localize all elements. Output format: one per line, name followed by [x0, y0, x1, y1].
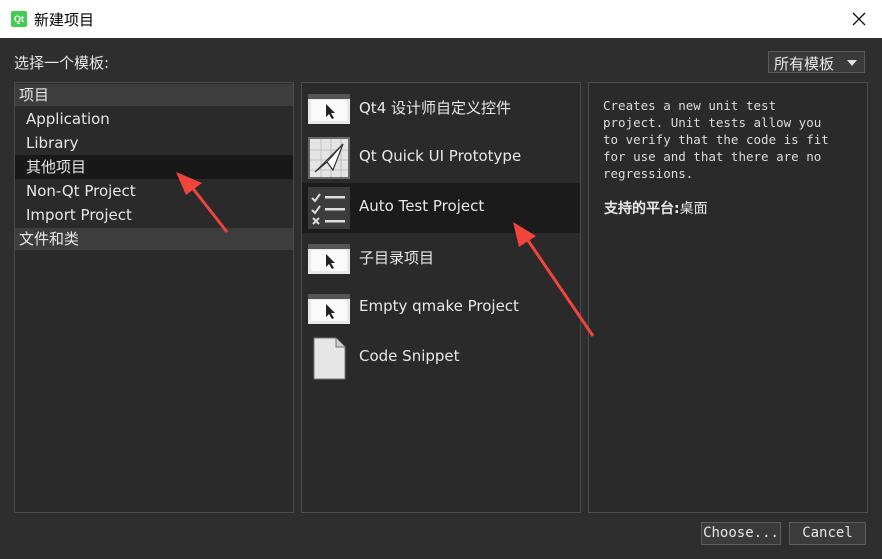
checklist-icon [308, 187, 350, 229]
category-header-files-classes[interactable]: 文件和类 [15, 228, 293, 250]
category-item-non-qt-project[interactable]: Non-Qt Project [15, 179, 293, 203]
category-item-library[interactable]: Library [15, 131, 293, 155]
template-filter-dropdown[interactable]: 所有模板 [768, 51, 865, 73]
template-label: Auto Test Project [359, 197, 485, 215]
choose-template-label: 选择一个模板: [14, 54, 110, 72]
template-label: Qt Quick UI Prototype [359, 147, 522, 165]
template-label: Qt4 设计师自定义控件 [359, 99, 512, 117]
qt-logo-icon: Qt [11, 11, 27, 27]
template-description-panel: Creates a new unit test project. Unit te… [588, 82, 868, 513]
template-label: Code Snippet [359, 347, 460, 365]
supported-platforms: 支持的平台:桌面 [604, 198, 708, 218]
template-list: Qt4 设计师自定义控件 Qt Quick UI Prototype Auto … [301, 82, 581, 513]
template-item[interactable]: Empty qmake Project [302, 283, 580, 333]
category-list: 项目 Application Library 其他项目 Non-Qt Proje… [14, 82, 294, 513]
title-bar: Qt 新建项目 [0, 0, 882, 38]
platforms-label: 支持的平台: [604, 201, 680, 217]
monitor-cursor-icon [308, 294, 350, 324]
document-icon [313, 337, 346, 380]
template-item[interactable]: Code Snippet [302, 333, 580, 383]
platforms-value: 桌面 [679, 201, 708, 217]
close-button[interactable] [836, 0, 882, 38]
template-item[interactable]: Qt Quick UI Prototype [302, 133, 580, 183]
paper-plane-icon [308, 137, 350, 179]
monitor-cursor-icon [308, 94, 350, 124]
template-filter-value: 所有模板 [774, 55, 835, 73]
monitor-cursor-icon [308, 244, 350, 274]
template-description: Creates a new unit test project. Unit te… [603, 98, 829, 181]
template-label: 子目录项目 [359, 249, 435, 267]
choose-button[interactable]: Choose... [701, 522, 781, 545]
template-item[interactable]: Qt4 设计师自定义控件 [302, 83, 580, 133]
category-item-import-project[interactable]: Import Project [15, 203, 293, 227]
window-title: 新建项目 [34, 11, 95, 29]
category-item-other-projects[interactable]: 其他项目 [15, 155, 293, 179]
cancel-button[interactable]: Cancel [789, 522, 866, 545]
template-item[interactable]: 子目录项目 [302, 233, 580, 283]
category-item-application[interactable]: Application [15, 107, 293, 131]
close-icon [852, 12, 866, 26]
template-label: Empty qmake Project [359, 297, 519, 315]
chevron-down-icon [847, 60, 857, 66]
category-header-projects[interactable]: 项目 [15, 84, 293, 106]
template-item[interactable]: Auto Test Project [302, 183, 580, 233]
